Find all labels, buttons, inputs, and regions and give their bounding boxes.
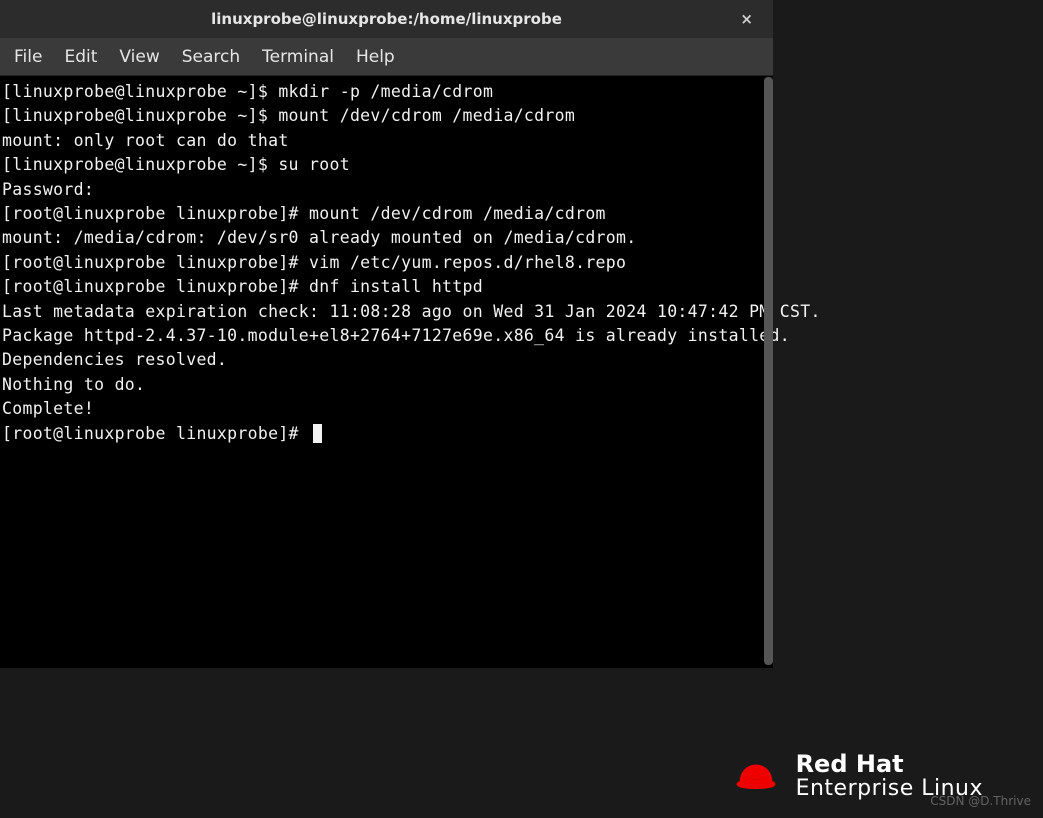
terminal-line: Complete! [2,399,94,418]
terminal-line: [root@linuxprobe linuxprobe]# mount /dev… [2,204,606,223]
terminal-line: Last metadata expiration check: 11:08:28… [2,302,821,321]
menu-file[interactable]: File [4,43,52,71]
menu-bar: File Edit View Search Terminal Help [0,38,773,76]
redhat-logo: Red Hat Enterprise Linux [730,752,983,800]
terminal-line: Package httpd-2.4.37-10.module+el8+2764+… [2,326,790,345]
terminal-window: linuxprobe@linuxprobe:/home/linuxprobe ×… [0,0,773,668]
window-titlebar[interactable]: linuxprobe@linuxprobe:/home/linuxprobe × [0,0,773,38]
terminal-prompt-line: [root@linuxprobe linuxprobe]# [2,424,309,443]
window-title: linuxprobe@linuxprobe:/home/linuxprobe [211,10,562,28]
redhat-brand-line1: Red Hat [796,752,983,777]
terminal-output[interactable]: [linuxprobe@linuxprobe ~]$ mkdir -p /med… [0,76,773,668]
menu-search[interactable]: Search [172,43,250,71]
scrollbar[interactable] [764,77,773,665]
terminal-line: mount: /media/cdrom: /dev/sr0 already mo… [2,228,637,247]
terminal-line: Password: [2,180,94,199]
terminal-line: Dependencies resolved. [2,350,227,369]
menu-view[interactable]: View [109,43,169,71]
menu-terminal[interactable]: Terminal [252,43,344,71]
watermark-text: CSDN @D.Thrive [930,794,1031,808]
menu-edit[interactable]: Edit [54,43,107,71]
terminal-line: mount: only root can do that [2,131,289,150]
terminal-line: [linuxprobe@linuxprobe ~]$ mount /dev/cd… [2,106,575,125]
terminal-line: Nothing to do. [2,375,145,394]
terminal-line: [root@linuxprobe linuxprobe]# vim /etc/y… [2,253,626,272]
terminal-line: [linuxprobe@linuxprobe ~]$ su root [2,155,350,174]
terminal-line: [root@linuxprobe linuxprobe]# dnf instal… [2,277,483,296]
terminal-line: [linuxprobe@linuxprobe ~]$ mkdir -p /med… [2,82,493,101]
menu-help[interactable]: Help [346,43,405,71]
cursor-icon [313,424,322,443]
redhat-hat-icon [730,756,782,796]
close-button[interactable]: × [734,8,759,30]
